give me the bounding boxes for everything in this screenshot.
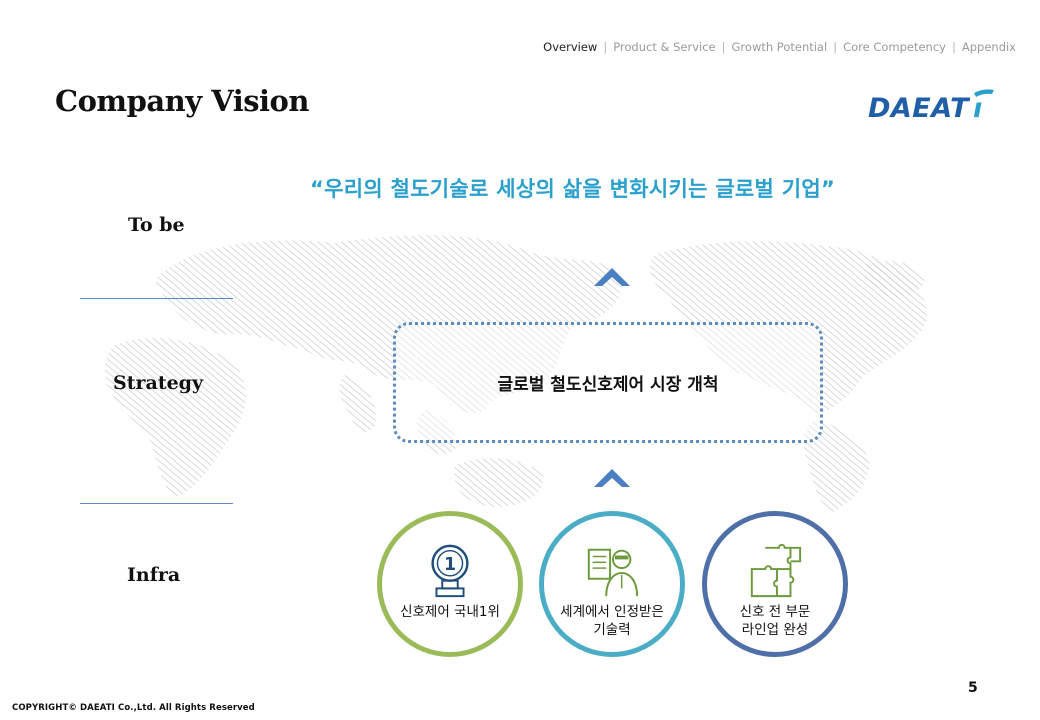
row-divider — [80, 503, 233, 504]
page-title: Company Vision — [55, 84, 310, 118]
nav-separator: | — [833, 40, 838, 54]
up-arrow-icon — [594, 469, 630, 487]
medal-number-one-icon: 1 — [431, 544, 469, 598]
nav-separator: | — [951, 40, 956, 54]
nav-item-growth-potential[interactable]: Growth Potential — [732, 40, 828, 54]
row-divider — [80, 298, 233, 299]
copyright-notice: COPYRIGHT© DAEATI Co.,Ltd. All Rights Re… — [12, 703, 255, 713]
up-arrow-icon — [594, 268, 630, 286]
infra-text-line1: 신호 전 부문 — [739, 604, 811, 620]
infra-circle-global-tech: 세계에서 인정받은 기술력 — [539, 511, 685, 657]
infra-text-line1: 신호제어 국내1위 — [400, 604, 500, 620]
infra-circle-domestic-leader: 1 신호제어 국내1위 — [377, 511, 523, 657]
svg-text:1: 1 — [444, 555, 456, 575]
row-label-strategy: Strategy — [113, 372, 204, 394]
svg-text:ı: ı — [973, 93, 982, 124]
puzzle-pieces-icon — [750, 543, 802, 598]
vision-slogan: “우리의 철도기술로 세상의 삶을 변화시키는 글로벌 기업” — [310, 177, 836, 201]
strategy-text: 글로벌 철도신호제어 시장 개척 — [497, 375, 719, 395]
infra-circle-full-lineup: 신호 전 부문 라인업 완성 — [702, 511, 848, 657]
infra-text-line1: 세계에서 인정받은 — [560, 604, 664, 620]
page-number: 5 — [968, 680, 978, 696]
infra-text-line2: 라인업 완성 — [741, 621, 809, 638]
svg-text:DAEAT: DAEAT — [868, 93, 971, 124]
nav-item-product-service[interactable]: Product & Service — [613, 40, 715, 54]
nav-item-core-competency[interactable]: Core Competency — [843, 40, 946, 54]
row-label-infra: Infra — [127, 564, 181, 586]
daeati-logo: DAEAT ı — [868, 89, 994, 124]
nav-item-overview[interactable]: Overview — [543, 40, 597, 54]
row-label-to-be: To be — [128, 214, 185, 236]
strategy-box: 글로벌 철도신호제어 시장 개척 — [393, 322, 823, 443]
top-navigation: Overview | Product & Service | Growth Potent… — [543, 40, 1016, 54]
infra-text-line2: 기술력 — [593, 621, 631, 638]
nav-item-appendix[interactable]: Appendix — [962, 40, 1016, 54]
nav-separator: | — [721, 40, 726, 54]
nav-separator: | — [603, 40, 608, 54]
engineer-checklist-icon — [587, 548, 639, 597]
